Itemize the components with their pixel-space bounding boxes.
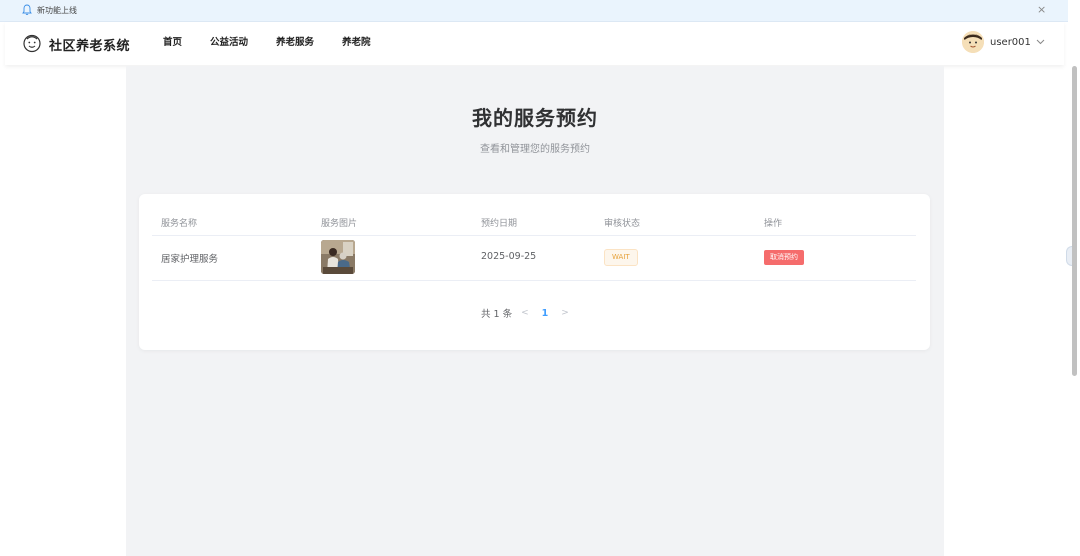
page-title: 我的服务预约 xyxy=(472,106,598,130)
pagination-total: 共 1 条 xyxy=(481,309,513,320)
nav-item-nursing-home[interactable]: 养老院 xyxy=(342,37,371,49)
column-header-service-name: 服务名称 xyxy=(161,219,198,229)
avatar-face-icon xyxy=(962,31,984,53)
page-number-current[interactable]: 1 xyxy=(542,308,549,319)
nav-item-elderly-services[interactable]: 养老服务 xyxy=(276,37,314,49)
header-divider xyxy=(152,235,916,236)
username[interactable]: user001 xyxy=(990,37,1031,48)
user-menu[interactable]: user001 xyxy=(962,31,1045,53)
avatar[interactable] xyxy=(962,31,984,53)
main-content: 我的服务预约 查看和管理您的服务预约 服务名称 服务图片 预约日期 审核状态 操… xyxy=(126,66,944,556)
row-divider xyxy=(152,280,916,281)
appointment-date-cell: 2025-09-25 xyxy=(481,251,537,262)
elder-face-logo-icon xyxy=(23,34,41,53)
column-header-service-image: 服务图片 xyxy=(321,219,358,229)
vertical-scrollbar[interactable] xyxy=(1072,66,1077,376)
caregiver-photo-icon xyxy=(321,240,355,274)
logo-text: 社区养老系统 xyxy=(49,39,131,54)
column-header-appointment-date: 预约日期 xyxy=(481,219,518,229)
notice-text: 新功能上线 xyxy=(37,6,77,15)
service-name-cell: 居家护理服务 xyxy=(161,254,219,265)
close-icon[interactable]: × xyxy=(1037,4,1046,16)
appointments-card: 服务名称 服务图片 预约日期 审核状态 操作 居家护理服务 2025-09-25 xyxy=(139,194,930,350)
service-image xyxy=(321,240,355,274)
chevron-down-icon[interactable] xyxy=(1036,39,1045,45)
page-subtitle: 查看和管理您的服务预约 xyxy=(480,144,590,155)
chevron-right-icon[interactable]: > xyxy=(561,308,569,318)
notice-bar: 新功能上线 × xyxy=(0,0,1068,22)
cancel-appointment-button[interactable]: 取消预约 xyxy=(764,250,804,265)
column-header-review-status: 审核状态 xyxy=(604,219,641,229)
status-badge: WAIT xyxy=(604,249,638,266)
top-header: 社区养老系统 首页 公益活动 养老服务 养老院 user001 xyxy=(5,22,1064,65)
chevron-left-icon[interactable]: < xyxy=(521,308,529,318)
nav-item-charity-activities[interactable]: 公益活动 xyxy=(210,37,248,49)
main-nav: 首页 公益活动 养老服务 养老院 xyxy=(163,37,399,49)
pagination: 共 1 条 < 1 > xyxy=(481,306,578,321)
nav-item-home[interactable]: 首页 xyxy=(163,37,182,49)
column-header-actions: 操作 xyxy=(764,219,783,229)
bell-icon xyxy=(22,4,32,16)
